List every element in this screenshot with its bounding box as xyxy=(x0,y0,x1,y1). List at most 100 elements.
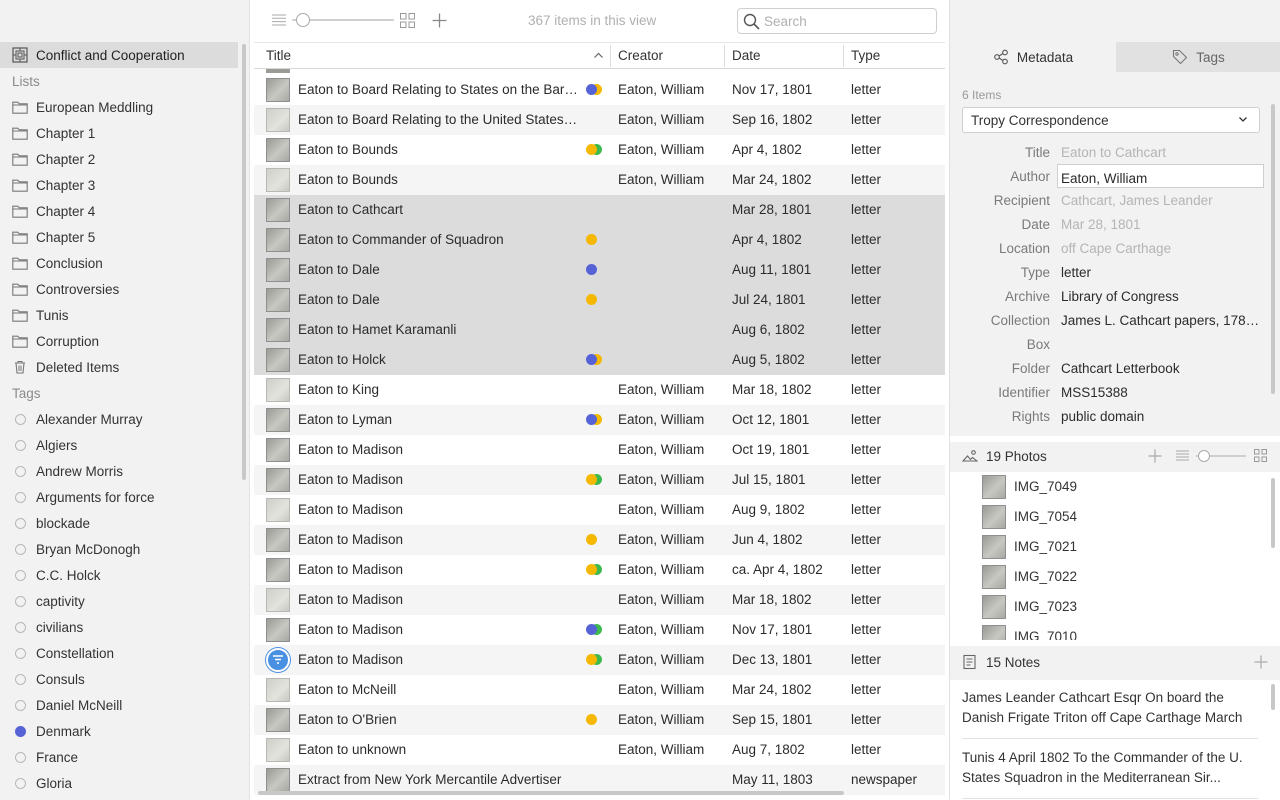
author-input[interactable] xyxy=(1057,164,1264,188)
sidebar-list-item[interactable]: Chapter 3 xyxy=(0,172,238,198)
deleted-items[interactable]: Deleted Items xyxy=(0,354,238,380)
table-row[interactable]: Eaton to unknown Eaton, William Aug 7, 180… xyxy=(254,735,945,765)
photo-item[interactable]: IMG_7022 xyxy=(950,562,1280,592)
sidebar-tag-item[interactable]: Daniel McNeill xyxy=(0,692,238,718)
table-row[interactable]: Eaton to Holck Aug 5, 1802 letter xyxy=(254,345,945,375)
sidebar-tag-item[interactable]: Algiers xyxy=(0,432,238,458)
sidebar-tag-item[interactable]: C.C. Holck xyxy=(0,562,238,588)
sidebar-list-item[interactable]: Conclusion xyxy=(0,250,238,276)
metadata-field[interactable]: Type letter xyxy=(950,260,1270,284)
sidebar-list-item[interactable]: European Meddling xyxy=(0,94,238,120)
metadata-field[interactable]: Identifier MSS15388 xyxy=(950,380,1270,404)
field-value[interactable]: MSS15388 xyxy=(1061,385,1261,400)
table-row[interactable]: Eaton to Madison Eaton, William Aug 9, 180… xyxy=(254,495,945,525)
table-row[interactable]: Eaton to McNeill Eaton, William Mar 24, 18… xyxy=(254,675,945,705)
table-row[interactable]: Eaton to Madison Eaton, William Jun 4, 180… xyxy=(254,525,945,555)
table-row[interactable]: Eaton to Bounds Eaton, William Apr 4, 1802… xyxy=(254,135,945,165)
column-type[interactable]: Type xyxy=(851,48,880,63)
table-row[interactable]: Eaton to Lyman Eaton, William Oct 12, 1801… xyxy=(254,405,945,435)
table-row[interactable]: Eaton to Board Relating to States on the… xyxy=(254,75,945,105)
sidebar-tag-item[interactable]: Alexander Murray xyxy=(0,406,238,432)
photo-item[interactable]: IMG_7021 xyxy=(950,532,1280,562)
search-input[interactable] xyxy=(764,13,932,30)
table-row[interactable]: Eaton to Madison Eaton, William Oct 19, 18… xyxy=(254,435,945,465)
sidebar-tag-item[interactable]: captivity xyxy=(0,588,238,614)
field-value[interactable]: Library of Congress xyxy=(1061,289,1261,304)
table-row[interactable]: Eaton to Madison Eaton, William Nov 17, 18… xyxy=(254,615,945,645)
metadata-field[interactable]: Box xyxy=(950,332,1270,356)
list-view-icon[interactable] xyxy=(1176,450,1189,461)
photos-scrollbar[interactable] xyxy=(1271,478,1275,548)
metadata-field[interactable]: Rights public domain xyxy=(950,404,1270,428)
sidebar-tag-item[interactable]: civilians xyxy=(0,614,238,640)
sidebar-tag-item[interactable]: Arguments for force xyxy=(0,484,238,510)
note-item[interactable]: James Leander Cathcart Esqr On board the… xyxy=(962,688,1260,728)
sidebar-list-item[interactable]: Controversies xyxy=(0,276,238,302)
photo-zoom-thumb[interactable] xyxy=(1197,450,1210,462)
sidebar-list-item[interactable]: Corruption xyxy=(0,328,238,354)
table-row[interactable]: Eaton to Madison Eaton, William Dec 13, 18… xyxy=(254,645,945,675)
table-row[interactable]: Eaton to Dale Jul 24, 1801 letter xyxy=(254,285,945,315)
sort-ascending-icon[interactable] xyxy=(594,52,603,58)
sidebar-tag-item[interactable]: Constellation xyxy=(0,640,238,666)
metadata-field[interactable]: Archive Library of Congress xyxy=(950,284,1270,308)
search-box[interactable] xyxy=(737,8,937,34)
sidebar-list-item[interactable]: Chapter 2 xyxy=(0,146,238,172)
field-value[interactable]: public domain xyxy=(1061,409,1261,424)
field-value[interactable]: letter xyxy=(1061,265,1261,280)
table-row[interactable]: Eaton to Madison Eaton, William Jul 15, 18… xyxy=(254,465,945,495)
sidebar-scrollbar[interactable] xyxy=(242,44,246,480)
photo-item[interactable]: IMG_7054 xyxy=(950,502,1280,532)
sidebar-list-item[interactable]: Chapter 5 xyxy=(0,224,238,250)
column-creator[interactable]: Creator xyxy=(618,48,663,63)
grid-view-icon[interactable] xyxy=(1254,449,1267,462)
sidebar-tag-item[interactable]: Andrew Morris xyxy=(0,458,238,484)
template-select[interactable]: Tropy Correspondence xyxy=(962,107,1260,133)
note-item[interactable]: Tunis 4 April 1802 To the Commander of t… xyxy=(962,748,1260,788)
project-item[interactable]: Conflict and Cooperation xyxy=(0,42,238,68)
metadata-field[interactable]: Author xyxy=(950,164,1270,188)
metadata-field[interactable]: Title Eaton to Cathcart xyxy=(950,140,1270,164)
column-separator[interactable] xyxy=(610,45,611,67)
field-value[interactable]: Cathcart, James Leander xyxy=(1061,193,1261,208)
field-value[interactable]: off Cape Carthage xyxy=(1061,241,1261,256)
metadata-field[interactable]: Location off Cape Carthage xyxy=(950,236,1270,260)
horizontal-scrollbar[interactable] xyxy=(258,791,844,795)
photo-item[interactable]: IMG_7023 xyxy=(950,592,1280,622)
sidebar-list-item[interactable]: Tunis xyxy=(0,302,238,328)
photo-item[interactable]: IMG_7010 xyxy=(950,622,1280,640)
photo-item[interactable]: IMG_7049 xyxy=(950,472,1280,502)
column-separator[interactable] xyxy=(724,45,725,67)
tab-metadata[interactable]: Metadata xyxy=(950,42,1116,72)
column-separator[interactable] xyxy=(843,45,844,67)
zoom-slider-thumb[interactable] xyxy=(296,13,311,27)
table-row[interactable]: Eaton to Hamet Karamanli Aug 6, 1802 lette… xyxy=(254,315,945,345)
metadata-scrollbar[interactable] xyxy=(1271,104,1275,394)
add-item-icon[interactable] xyxy=(432,13,447,28)
field-value[interactable]: James L. Cathcart papers, 1785-1817 xyxy=(1061,313,1261,328)
table-row[interactable]: Eaton to O'Brien Eaton, William Sep 15, 18… xyxy=(254,705,945,735)
column-title[interactable]: Title xyxy=(266,48,291,63)
list-view-icon[interactable] xyxy=(272,14,286,26)
metadata-field[interactable]: Collection James L. Cathcart papers, 1785… xyxy=(950,308,1270,332)
add-photo-icon[interactable] xyxy=(1148,449,1162,463)
grid-view-icon[interactable] xyxy=(400,13,415,28)
table-row[interactable]: Eaton to Board Relating to the United St… xyxy=(254,105,945,135)
sidebar-tag-item[interactable]: Gloria xyxy=(0,770,238,796)
table-row[interactable]: Eaton to Commander of Squadron Apr 4, 180… xyxy=(254,225,945,255)
sidebar-list-item[interactable]: Chapter 1 xyxy=(0,120,238,146)
sidebar-tag-item[interactable]: Bryan McDonogh xyxy=(0,536,238,562)
field-value[interactable]: Eaton to Cathcart xyxy=(1061,145,1261,160)
metadata-field[interactable]: Folder Cathcart Letterbook xyxy=(950,356,1270,380)
add-note-icon[interactable] xyxy=(1254,655,1268,669)
table-row[interactable]: Eaton to Dale Aug 11, 1801 letter xyxy=(254,255,945,285)
table-row[interactable]: Eaton to King Eaton, William Mar 18, 1802 l… xyxy=(254,375,945,405)
sidebar-tag-item[interactable]: Consuls xyxy=(0,666,238,692)
metadata-field[interactable]: Recipient Cathcart, James Leander xyxy=(950,188,1270,212)
tab-tags[interactable]: Tags xyxy=(1116,42,1280,72)
table-row[interactable]: Eaton to Madison Eaton, William Mar 18, 18… xyxy=(254,585,945,615)
sidebar-tag-item[interactable]: blockade xyxy=(0,510,238,536)
field-value[interactable]: Mar 28, 1801 xyxy=(1061,217,1261,232)
sidebar-tag-item[interactable]: Denmark xyxy=(0,718,238,744)
sidebar-tag-item[interactable]: France xyxy=(0,744,238,770)
